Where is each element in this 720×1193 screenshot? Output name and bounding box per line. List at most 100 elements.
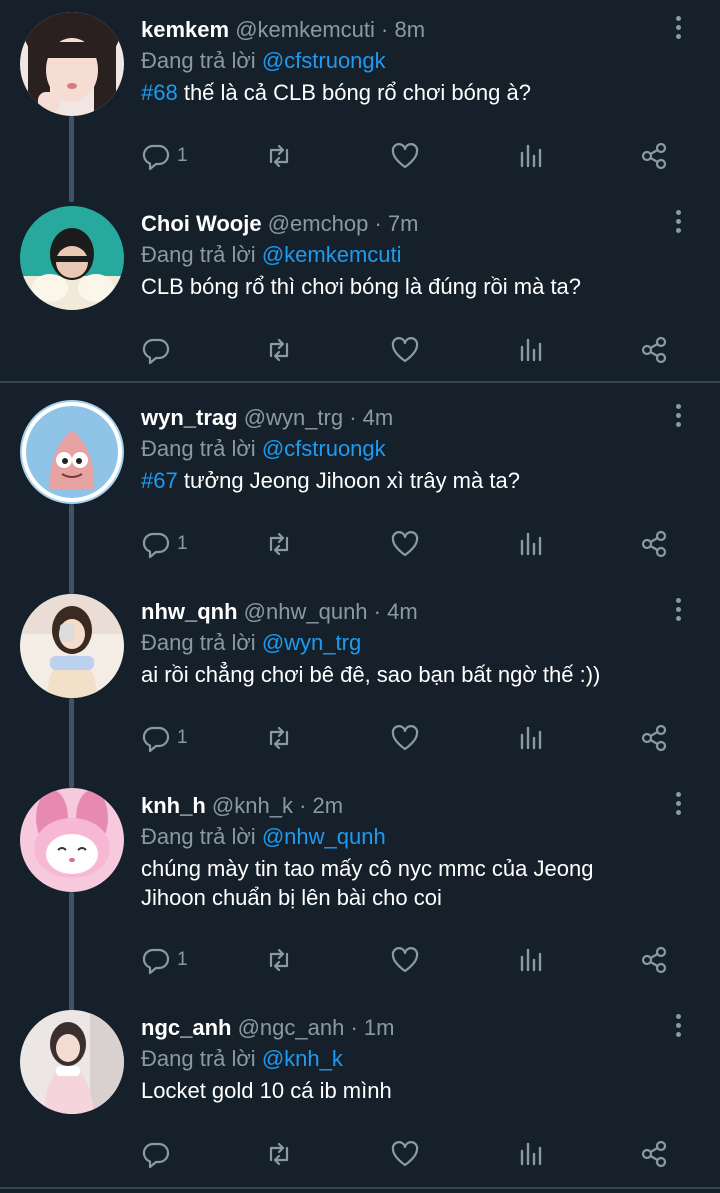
reply-context: Đang trả lời @kemkemcuti	[141, 242, 402, 268]
reply-mention[interactable]: @wyn_trg	[262, 630, 361, 655]
tweet-text-body: thế là cả CLB bóng rổ chơi bóng à?	[177, 80, 531, 105]
tweet[interactable]: kemkem @kemkemcuti · 8m Đang trả lời @cf…	[0, 0, 720, 202]
timestamp[interactable]: 7m	[388, 211, 419, 236]
retweet-button[interactable]	[264, 723, 294, 753]
timestamp[interactable]: 8m	[394, 17, 425, 42]
reply-icon	[142, 726, 170, 753]
timestamp[interactable]: 2m	[313, 793, 344, 818]
views-button[interactable]	[516, 723, 546, 753]
retweet-icon	[269, 948, 289, 972]
like-button[interactable]	[390, 335, 420, 365]
retweet-button[interactable]	[264, 1139, 294, 1169]
tweet-text: ai rồi chẳng chơi bê đê, sao bạn bất ngờ…	[141, 660, 681, 689]
retweet-button[interactable]	[264, 335, 294, 365]
thread-divider	[0, 381, 720, 383]
tweet-text: chúng mày tin tao mấy cô nyc mmc của Jeo…	[141, 854, 641, 912]
timestamp[interactable]: 4m	[363, 405, 394, 430]
share-button[interactable]	[639, 945, 669, 975]
retweet-icon	[269, 144, 289, 168]
reply-button[interactable]: 1	[141, 723, 188, 753]
retweet-button[interactable]	[264, 945, 294, 975]
hashtag-link[interactable]: #67	[141, 468, 178, 493]
more-options-icon[interactable]	[670, 1014, 686, 1042]
user-handle[interactable]: @kemkemcuti	[235, 17, 375, 42]
more-options-icon[interactable]	[670, 598, 686, 626]
tweet[interactable]: wyn_trag @wyn_trg · 4m Đang trả lời @cfs…	[0, 388, 720, 594]
views-button[interactable]	[516, 335, 546, 365]
more-options-icon[interactable]	[670, 16, 686, 44]
tweet[interactable]: nhw_qnh @nhw_qunh · 4m Đang trả lời @wyn…	[0, 582, 720, 788]
like-button[interactable]	[390, 723, 420, 753]
display-name[interactable]: kemkem	[141, 17, 229, 42]
display-name[interactable]: knh_h	[141, 793, 206, 818]
timestamp[interactable]: 1m	[364, 1015, 395, 1040]
reply-button[interactable]: 1	[141, 945, 188, 975]
reply-button[interactable]	[141, 335, 177, 365]
hashtag-link[interactable]: #68	[141, 80, 178, 105]
like-button[interactable]	[390, 529, 420, 559]
share-button[interactable]	[639, 1139, 669, 1169]
reply-mention[interactable]: @cfstruongk	[262, 48, 386, 73]
share-icon	[641, 946, 667, 974]
reply-icon	[142, 948, 170, 975]
views-button[interactable]	[516, 1139, 546, 1169]
reply-prefix: Đang trả lời	[141, 436, 256, 461]
user-handle[interactable]: @nhw_qunh	[244, 599, 368, 624]
timestamp[interactable]: 4m	[387, 599, 418, 624]
avatar[interactable]	[20, 400, 124, 504]
tweet-text-body: chúng mày tin tao mấy cô nyc mmc của Jeo…	[141, 856, 594, 910]
user-handle[interactable]: @knh_k	[212, 793, 293, 818]
display-name[interactable]: Choi Wooje	[141, 211, 262, 236]
share-icon	[641, 1140, 667, 1168]
tweet[interactable]: Choi Wooje @emchop · 7m Đang trả lời @ke…	[0, 194, 720, 382]
reply-context: Đang trả lời @wyn_trg	[141, 630, 361, 656]
avatar[interactable]	[20, 1010, 124, 1114]
like-button[interactable]	[390, 1139, 420, 1169]
avatar[interactable]	[20, 12, 124, 116]
tweet-text-body: tưởng Jeong Jihoon xì trây mà ta?	[177, 468, 520, 493]
share-icon	[641, 336, 667, 364]
user-handle[interactable]: @ngc_anh	[238, 1015, 345, 1040]
action-bar: 1	[141, 529, 681, 559]
retweet-button[interactable]	[264, 529, 294, 559]
display-name[interactable]: ngc_anh	[141, 1015, 231, 1040]
action-bar	[141, 335, 681, 365]
reply-count: 1	[177, 727, 188, 748]
user-handle[interactable]: @emchop	[268, 211, 369, 236]
reply-prefix: Đang trả lời	[141, 48, 256, 73]
reply-mention[interactable]: @kemkemcuti	[262, 242, 402, 267]
tweet[interactable]: knh_h @knh_k · 2m Đang trả lời @nhw_qunh…	[0, 776, 720, 1012]
tweet[interactable]: ngc_anh @ngc_anh · 1m Đang trả lời @knh_…	[0, 998, 720, 1186]
reply-mention[interactable]: @knh_k	[262, 1046, 343, 1071]
like-button[interactable]	[390, 141, 420, 171]
reply-mention[interactable]: @nhw_qunh	[262, 824, 386, 849]
share-button[interactable]	[639, 723, 669, 753]
avatar[interactable]	[20, 788, 124, 892]
views-button[interactable]	[516, 945, 546, 975]
tweet-text-body: Locket gold 10 cá ib mình	[141, 1078, 392, 1103]
user-handle[interactable]: @wyn_trg	[244, 405, 343, 430]
action-bar: 1	[141, 945, 681, 975]
reply-button[interactable]: 1	[141, 141, 188, 171]
avatar[interactable]	[20, 206, 124, 310]
share-button[interactable]	[639, 335, 669, 365]
reply-button[interactable]	[141, 1139, 177, 1169]
heart-icon	[391, 337, 419, 363]
more-options-icon[interactable]	[670, 210, 686, 238]
display-name[interactable]: nhw_qnh	[141, 599, 238, 624]
reply-mention[interactable]: @cfstruongk	[262, 436, 386, 461]
reply-button[interactable]: 1	[141, 529, 188, 559]
share-button[interactable]	[639, 529, 669, 559]
reply-icon	[142, 532, 170, 559]
more-options-icon[interactable]	[670, 792, 686, 820]
views-button[interactable]	[516, 141, 546, 171]
retweet-icon	[269, 726, 289, 750]
avatar[interactable]	[20, 594, 124, 698]
views-button[interactable]	[516, 529, 546, 559]
display-name[interactable]: wyn_trag	[141, 405, 238, 430]
thread-line	[69, 116, 74, 202]
retweet-button[interactable]	[264, 141, 294, 171]
more-options-icon[interactable]	[670, 404, 686, 432]
like-button[interactable]	[390, 945, 420, 975]
share-button[interactable]	[639, 141, 669, 171]
